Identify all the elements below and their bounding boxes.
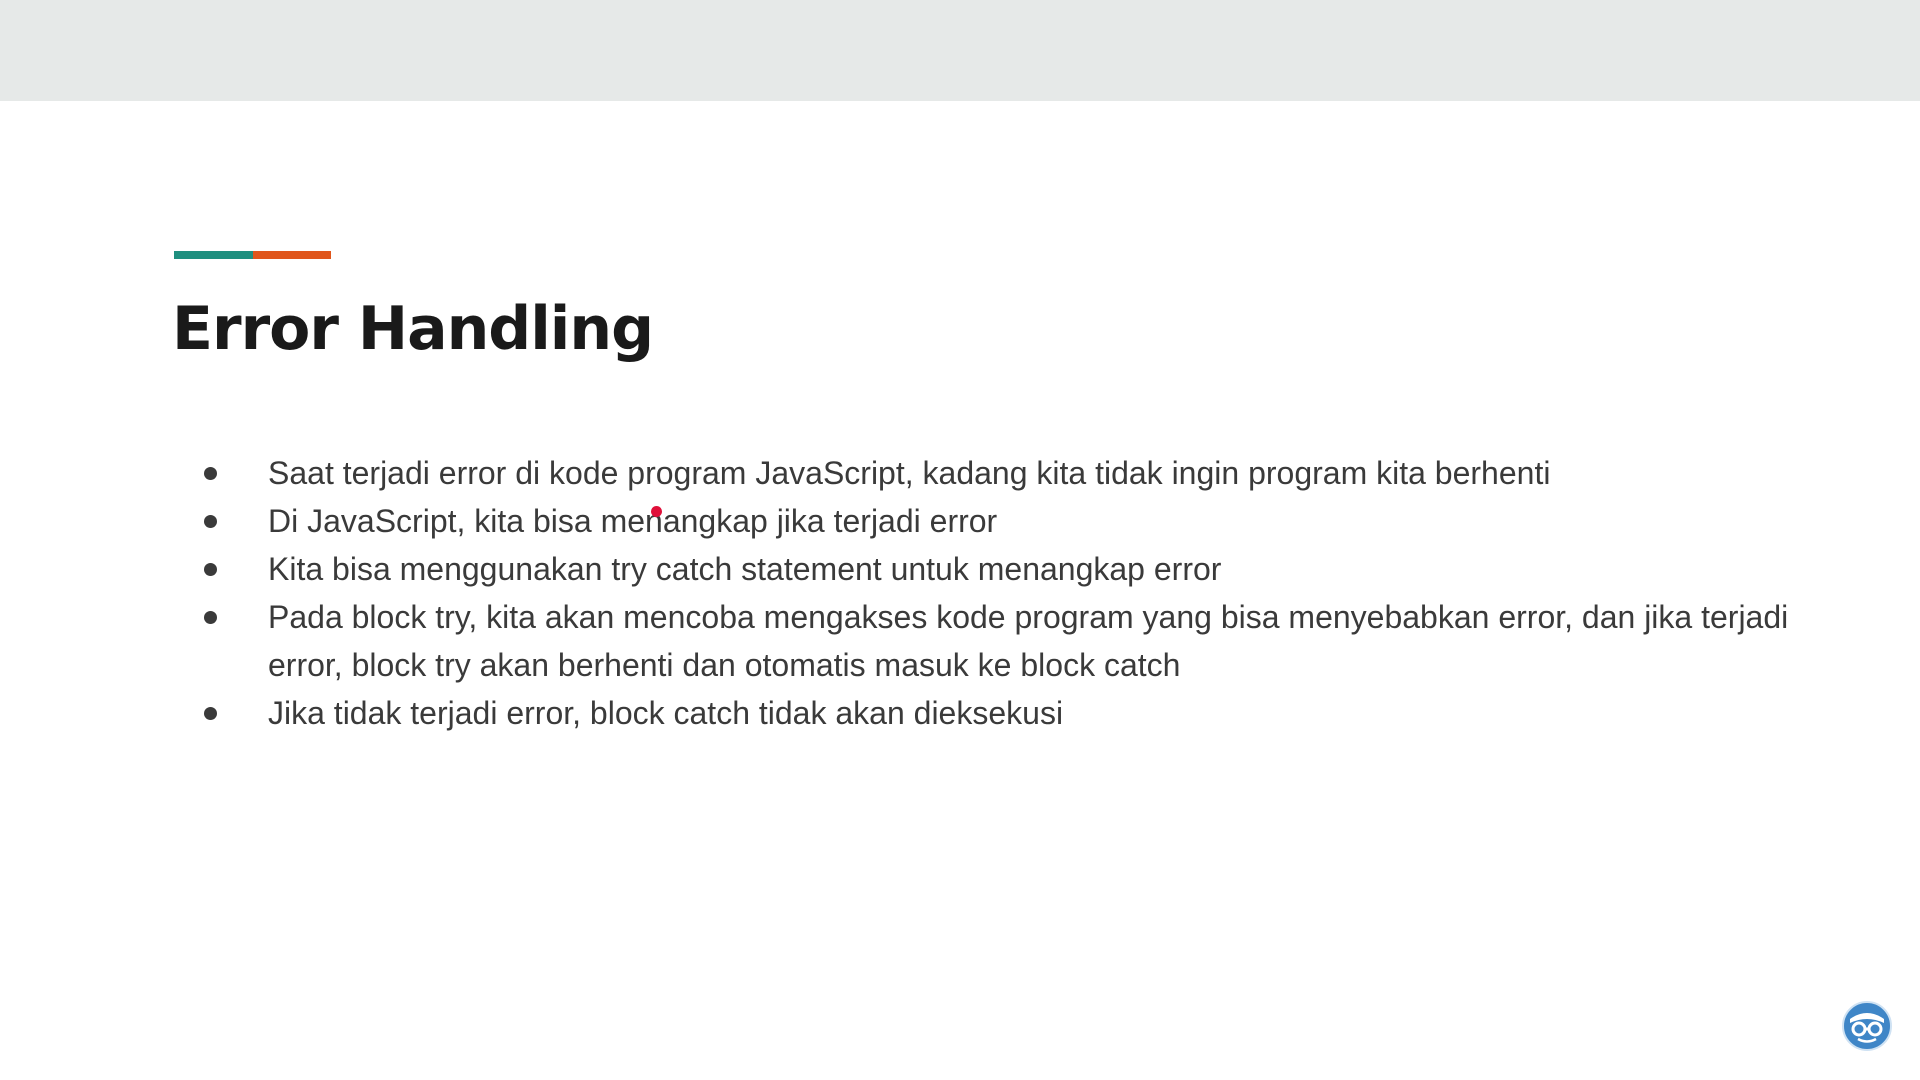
slide: Error Handling Saat terjadi error di kod… — [0, 101, 1920, 1080]
glasses-face-logo-icon — [1842, 1001, 1892, 1051]
bullet-item: Pada block try, kita akan mencoba mengak… — [200, 593, 1808, 689]
bullet-text: Kita bisa menggunakan try catch statemen… — [268, 551, 1222, 587]
accent-orange-segment — [253, 251, 331, 259]
bullet-text: Saat terjadi error di kode program JavaS… — [268, 455, 1551, 491]
bullet-text: Pada block try, kita akan mencoba mengak… — [268, 599, 1789, 683]
logo-glyph — [1850, 1013, 1884, 1043]
accent-teal-segment — [174, 251, 253, 259]
bullet-dot-icon — [204, 467, 217, 480]
slide-title: Error Handling — [172, 294, 654, 364]
bullet-text: Di JavaScript, kita bisa menangkap jika … — [268, 503, 998, 539]
bullet-dot-icon — [204, 707, 217, 720]
bullet-dot-icon — [204, 611, 217, 624]
bullet-dot-icon — [204, 515, 217, 528]
top-band — [0, 0, 1920, 101]
bullet-item: Saat terjadi error di kode program JavaS… — [200, 449, 1808, 497]
laser-pointer-dot — [651, 506, 662, 517]
bullet-item: Kita bisa menggunakan try catch statemen… — [200, 545, 1808, 593]
bullet-item: Jika tidak terjadi error, block catch ti… — [200, 689, 1808, 737]
bullet-text: Jika tidak terjadi error, block catch ti… — [268, 695, 1064, 731]
bullet-dot-icon — [204, 563, 217, 576]
bullet-item: Di JavaScript, kita bisa menangkap jika … — [200, 497, 1808, 545]
title-accent-bar — [174, 251, 331, 259]
bullet-list: Saat terjadi error di kode program JavaS… — [200, 449, 1800, 737]
